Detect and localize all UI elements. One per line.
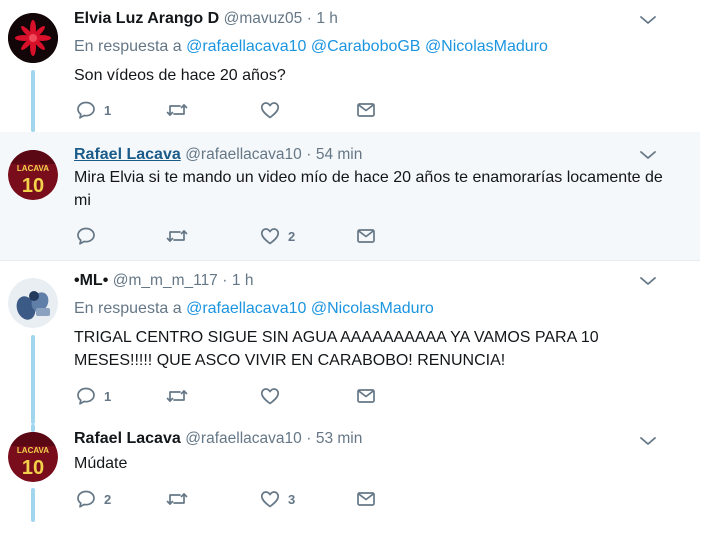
thread-line xyxy=(31,70,35,132)
tweet-header: Rafael Lacava @rafaellacava10 · 53 min xyxy=(74,429,362,449)
chevron-down-icon[interactable] xyxy=(638,145,658,165)
retweet-button[interactable] xyxy=(166,98,196,122)
retweet-icon xyxy=(166,104,188,116)
timestamp[interactable]: 1 h xyxy=(232,272,254,289)
avatar-rafael[interactable]: LACAVA 10 xyxy=(8,432,58,482)
display-name[interactable]: •ML• xyxy=(74,272,108,289)
display-name[interactable]: Elvia Luz Arango D xyxy=(74,10,219,27)
reply-count: 1 xyxy=(104,102,112,118)
reply-to-line: En respuesta a @rafaellacava10 @Carabobo… xyxy=(74,37,548,57)
jersey-avatar-icon: LACAVA 10 xyxy=(8,150,58,200)
display-name[interactable]: Rafael Lacava xyxy=(74,146,181,163)
like-button[interactable]: 3 xyxy=(260,487,295,511)
chevron-down-icon[interactable] xyxy=(638,10,658,30)
thread-line xyxy=(31,335,35,424)
jersey-number: 10 xyxy=(22,175,44,197)
retweet-icon xyxy=(166,230,188,242)
tweet-rafael-reply-1[interactable]: LACAVA 10 Rafael Lacava @rafaellacava10 … xyxy=(0,132,700,260)
chevron-down-icon[interactable] xyxy=(638,431,658,451)
envelope-icon xyxy=(357,103,375,117)
direct-message-button[interactable] xyxy=(356,98,376,122)
like-count: 2 xyxy=(288,228,296,244)
separator-dot: · xyxy=(306,146,312,163)
heart-icon xyxy=(260,388,280,405)
tweet-header: Elvia Luz Arango D @mavuz05 · 1 h xyxy=(74,9,338,29)
separator-dot: · xyxy=(222,272,228,289)
tweet-header: •ML• @m_m_m_117 · 1 h xyxy=(74,271,253,291)
tweet-elvia[interactable]: Elvia Luz Arango D @mavuz05 · 1 h En res… xyxy=(0,0,700,132)
tweet-actions: 1 xyxy=(74,384,394,408)
direct-message-button[interactable] xyxy=(356,384,376,408)
like-button[interactable] xyxy=(260,384,288,408)
tweet-text: Mira Elvia si te mando un video mío de h… xyxy=(74,169,663,209)
heart-icon xyxy=(260,228,280,245)
reply-count: 2 xyxy=(104,491,112,507)
tweet-actions: 2 3 xyxy=(74,487,394,511)
heart-icon xyxy=(260,491,280,508)
jersey-avatar-icon: LACAVA 10 xyxy=(8,432,58,482)
envelope-icon xyxy=(357,492,375,506)
reply-button[interactable] xyxy=(76,224,104,248)
user-handle[interactable]: @m_m_m_117 xyxy=(113,272,218,289)
reply-button[interactable]: 1 xyxy=(76,98,111,122)
mention-link[interactable]: @NicolasMaduro xyxy=(311,300,434,317)
retweet-icon xyxy=(166,493,188,505)
separator-dot: · xyxy=(306,430,312,447)
mention-link[interactable]: @CaraboboGB xyxy=(311,38,421,55)
reply-icon xyxy=(77,490,95,508)
timestamp[interactable]: 54 min xyxy=(316,146,363,163)
red-flower-avatar-icon xyxy=(8,13,58,63)
avatar-ml[interactable] xyxy=(8,278,58,328)
mention-link[interactable]: @rafaellacava10 xyxy=(186,38,306,55)
like-button[interactable] xyxy=(260,98,288,122)
jersey-number: 10 xyxy=(22,457,44,479)
mention-link[interactable]: @rafaellacava10 xyxy=(186,300,306,317)
timestamp[interactable]: 1 h xyxy=(316,10,338,27)
reply-to-prefix: En respuesta a xyxy=(74,38,182,55)
direct-message-button[interactable] xyxy=(356,487,376,511)
like-count: 3 xyxy=(288,491,296,507)
user-handle[interactable]: @rafaellacava10 xyxy=(185,430,302,447)
jersey-label: LACAVA xyxy=(17,164,49,173)
tweet-text: Son vídeos de hace 20 años? xyxy=(74,67,286,84)
photo-avatar-icon xyxy=(8,278,58,328)
reply-button[interactable]: 2 xyxy=(76,487,111,511)
tweet-rafael-reply-2[interactable]: LACAVA 10 Rafael Lacava @rafaellacava10 … xyxy=(0,424,700,549)
tweet-text: Múdate xyxy=(74,455,128,472)
heart-icon xyxy=(260,102,280,119)
reply-icon xyxy=(77,227,95,245)
reply-button[interactable]: 1 xyxy=(76,384,111,408)
envelope-icon xyxy=(357,389,375,403)
tweet-actions: 1 xyxy=(74,98,394,122)
separator-dot: · xyxy=(306,10,312,27)
like-button[interactable]: 2 xyxy=(260,224,295,248)
reply-icon xyxy=(77,101,95,119)
display-name[interactable]: Rafael Lacava xyxy=(74,430,181,447)
avatar-rafael[interactable]: LACAVA 10 xyxy=(8,150,58,200)
thread-line xyxy=(31,424,35,432)
tweet-text: TRIGAL CENTRO SIGUE SIN AGUA AAAAAAAAAA … xyxy=(74,329,599,369)
thread-line xyxy=(31,488,35,522)
retweet-button[interactable] xyxy=(166,384,196,408)
tweet-header: Rafael Lacava @rafaellacava10 · 54 min xyxy=(74,145,362,165)
retweet-button[interactable] xyxy=(166,487,196,511)
reply-to-line: En respuesta a @rafaellacava10 @NicolasM… xyxy=(74,299,434,319)
tweet-actions: 2 xyxy=(74,224,394,248)
direct-message-button[interactable] xyxy=(356,224,376,248)
reply-to-prefix: En respuesta a xyxy=(74,300,182,317)
timestamp[interactable]: 53 min xyxy=(316,430,363,447)
reply-count: 1 xyxy=(104,388,112,404)
avatar-elvia[interactable] xyxy=(8,13,58,63)
retweet-button[interactable] xyxy=(166,224,196,248)
retweet-icon xyxy=(166,390,188,402)
envelope-icon xyxy=(357,229,375,243)
mention-link[interactable]: @NicolasMaduro xyxy=(425,38,548,55)
tweet-ml[interactable]: •ML• @m_m_m_117 · 1 h En respuesta a @ra… xyxy=(0,261,700,424)
user-handle[interactable]: @mavuz05 xyxy=(224,10,303,27)
user-handle[interactable]: @rafaellacava10 xyxy=(185,146,302,163)
chevron-down-icon[interactable] xyxy=(638,271,658,291)
reply-icon xyxy=(77,387,95,405)
jersey-label: LACAVA xyxy=(17,446,49,455)
